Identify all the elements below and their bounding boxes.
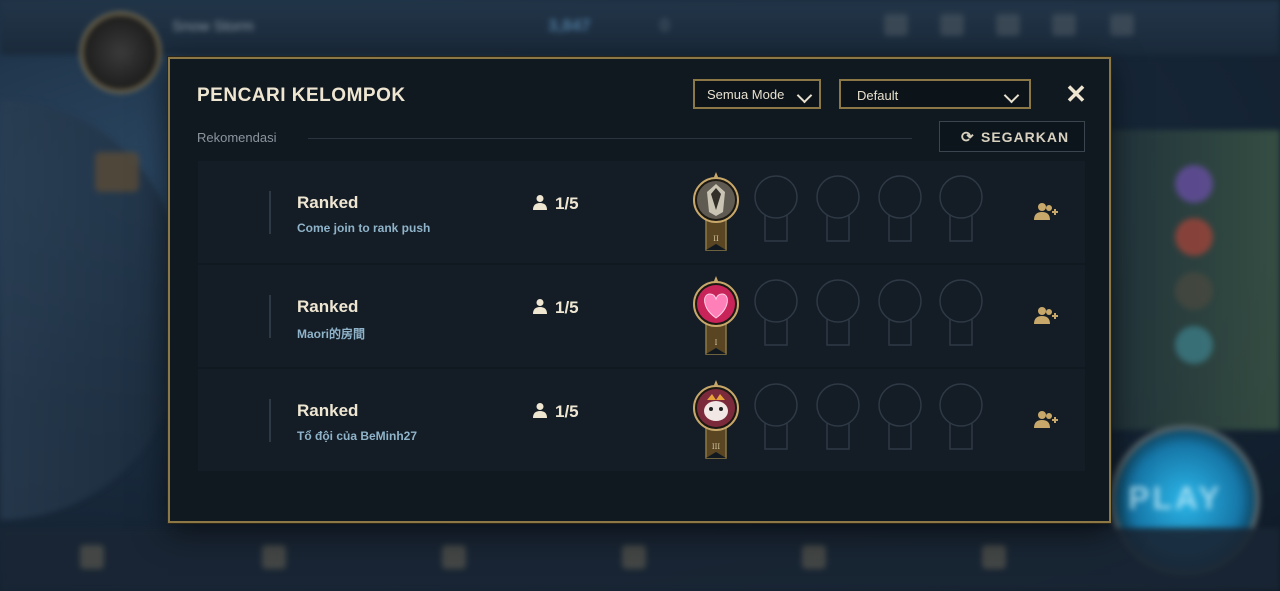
empty-slot-icon xyxy=(939,383,983,450)
join-group-button[interactable] xyxy=(1033,306,1059,326)
empty-slot-icon xyxy=(878,175,922,242)
member-count: 1/5 xyxy=(555,298,579,317)
refresh-button[interactable]: ⟳ SEGARKAN xyxy=(939,121,1085,152)
background-top-icon xyxy=(1052,14,1076,36)
ranked-player-avatar-icon: II xyxy=(693,172,739,251)
background-top-icon xyxy=(1110,14,1134,36)
sort-filter-value: Default xyxy=(857,88,899,103)
svg-text:III: III xyxy=(712,443,721,451)
group-description: Maori的房間 xyxy=(297,327,366,341)
background-bottom-icon xyxy=(80,545,104,569)
empty-slot-icon xyxy=(816,383,860,450)
mode-filter-dropdown[interactable]: Semua Mode xyxy=(693,79,821,109)
close-button[interactable]: ✕ xyxy=(1063,79,1089,109)
close-icon: ✕ xyxy=(1065,79,1087,109)
empty-slot-icon xyxy=(816,279,860,346)
background-currency-gray: 0 xyxy=(660,16,670,35)
member-count: 1/5 xyxy=(555,402,579,421)
refresh-icon: ⟳ xyxy=(961,129,975,146)
background-currency-blue: 3,847 xyxy=(548,16,591,35)
background-left-panel xyxy=(0,100,180,520)
background-player-name: Snow Storm xyxy=(172,18,254,35)
row-divider xyxy=(269,295,271,338)
background-chest-icon xyxy=(95,152,139,192)
group-finder-modal: PENCARI KELOMPOK Semua Mode Default ✕ Re… xyxy=(168,57,1111,523)
join-group-button[interactable] xyxy=(1033,202,1059,222)
group-list-item[interactable]: Ranked Maori的房間 1/5 I xyxy=(198,265,1085,367)
svg-text:I: I xyxy=(715,339,718,347)
empty-slot-icon xyxy=(754,383,798,450)
group-mode: Ranked xyxy=(297,401,359,420)
section-label-recommendation: Rekomendasi xyxy=(197,130,277,145)
background-top-icon xyxy=(996,14,1020,36)
ranked-player-avatar-icon: I xyxy=(693,276,739,355)
empty-slot-icon xyxy=(939,175,983,242)
background-side-icon xyxy=(1175,272,1213,310)
group-description: Come join to rank push xyxy=(297,221,431,235)
group-list-item[interactable]: Ranked Tổ đội của BeMinh27 1/5 III xyxy=(198,369,1085,471)
background-side-icon xyxy=(1175,218,1213,256)
modal-title: PENCARI KELOMPOK xyxy=(197,85,406,106)
chevron-down-icon xyxy=(796,87,813,104)
mode-filter-value: Semua Mode xyxy=(707,87,785,102)
background-bottom-icon xyxy=(802,545,826,569)
background-bottom-icon xyxy=(622,545,646,569)
empty-slot-icon xyxy=(754,279,798,346)
background-play-label: PLAY xyxy=(1128,480,1223,516)
empty-slot-icon xyxy=(754,175,798,242)
sort-filter-dropdown[interactable]: Default xyxy=(839,79,1031,109)
background-bottom-icon xyxy=(262,545,286,569)
row-divider xyxy=(269,399,271,442)
empty-slot-icon xyxy=(878,383,922,450)
ranked-player-avatar-icon: III xyxy=(693,380,739,459)
refresh-button-label: SEGARKAN xyxy=(981,129,1070,145)
section-divider xyxy=(308,138,912,139)
background-side-icon xyxy=(1175,326,1213,364)
background-profile-avatar xyxy=(80,12,161,93)
background-top-icon xyxy=(940,14,964,36)
person-icon xyxy=(533,403,547,418)
background-side-icon xyxy=(1175,165,1213,203)
join-group-button[interactable] xyxy=(1033,410,1059,430)
row-divider xyxy=(269,191,271,234)
svg-text:II: II xyxy=(713,235,719,243)
chevron-down-icon xyxy=(1003,87,1020,104)
background-bottom-icon xyxy=(442,545,466,569)
empty-slot-icon xyxy=(816,175,860,242)
group-mode: Ranked xyxy=(297,297,359,316)
background-top-icon xyxy=(884,14,908,36)
empty-slot-icon xyxy=(878,279,922,346)
member-count: 1/5 xyxy=(555,194,579,213)
background-bottom-icon xyxy=(982,545,1006,569)
person-icon xyxy=(533,195,547,210)
person-icon xyxy=(533,299,547,314)
group-description: Tổ đội của BeMinh27 xyxy=(297,429,418,443)
group-list-item[interactable]: Ranked Come join to rank push 1/5 II xyxy=(198,161,1085,263)
empty-slot-icon xyxy=(939,279,983,346)
group-mode: Ranked xyxy=(297,193,359,212)
